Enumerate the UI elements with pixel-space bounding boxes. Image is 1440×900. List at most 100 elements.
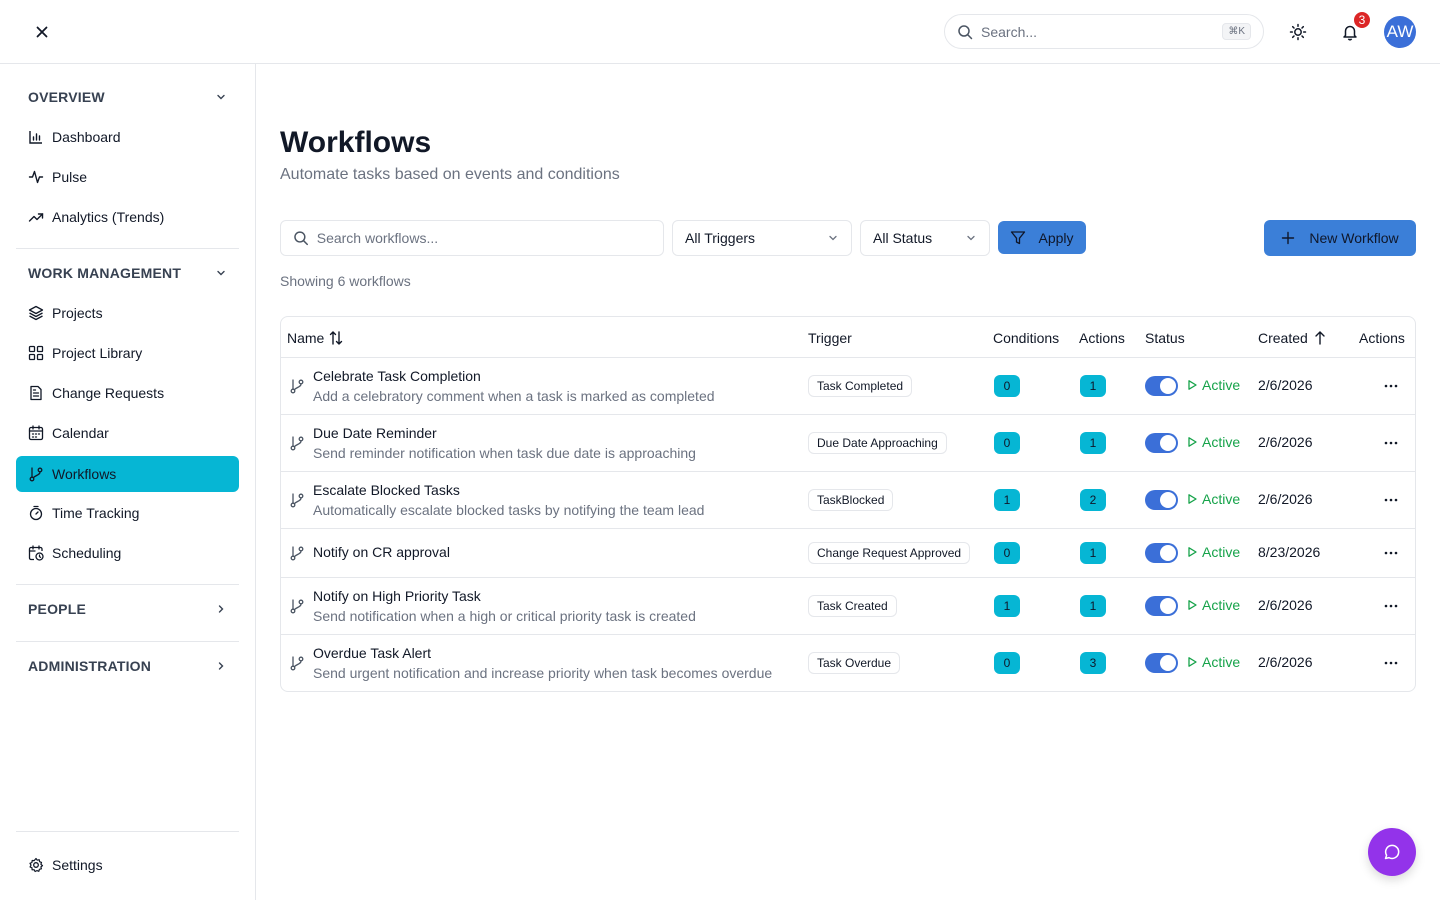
section-label: WORK MANAGEMENT: [28, 265, 182, 281]
sidebar-item-label: Scheduling: [52, 545, 122, 561]
table-row[interactable]: Overdue Task Alert Send urgent notificat…: [281, 635, 1415, 691]
workflow-count-text: Showing 6 workflows: [280, 273, 411, 289]
git-branch-icon: [290, 436, 304, 451]
row-menu-button[interactable]: [1379, 651, 1403, 675]
sidebar-divider: [16, 584, 239, 585]
theme-toggle-button[interactable]: [1284, 18, 1312, 46]
status-badge: Active: [1186, 434, 1240, 450]
conditions-count: 0: [994, 375, 1020, 397]
trigger-filter-value: All Triggers: [685, 230, 756, 246]
more-horizontal-icon: [1384, 661, 1398, 665]
timer-icon: [29, 505, 43, 521]
column-header-label: Created: [1258, 329, 1308, 346]
status-toggle[interactable]: [1145, 490, 1178, 510]
workflow-name[interactable]: Due Date Reminder: [313, 425, 437, 441]
sidebar-item-pulse[interactable]: Pulse: [16, 159, 239, 195]
trigger-badge: Change Request Approved: [808, 542, 971, 564]
status-badge: Active: [1186, 654, 1240, 670]
trigger-badge: TaskBlocked: [808, 489, 894, 511]
sidebar-item-scheduling[interactable]: Scheduling: [16, 535, 239, 571]
sidebar-item-analytics[interactable]: Analytics (Trends): [16, 199, 239, 235]
sidebar-item-dashboard[interactable]: Dashboard: [16, 119, 239, 155]
status-badge: Active: [1186, 597, 1240, 613]
actions-count: 1: [1080, 432, 1106, 454]
filter-icon: [1011, 230, 1026, 244]
workflow-search-input[interactable]: [316, 230, 651, 246]
workflow-name[interactable]: Notify on High Priority Task: [313, 588, 481, 604]
column-header-created[interactable]: Created: [1258, 317, 1328, 358]
conditions-count: 1: [994, 595, 1020, 617]
column-header-status: Status: [1145, 329, 1185, 346]
section-label: OVERVIEW: [28, 89, 105, 105]
sidebar-item-project-library[interactable]: Project Library: [16, 335, 239, 371]
status-toggle[interactable]: [1145, 543, 1178, 563]
chat-button[interactable]: [1368, 828, 1416, 876]
play-icon: [1188, 657, 1197, 667]
sidebar-item-time-tracking[interactable]: Time Tracking: [16, 495, 239, 531]
workflow-name[interactable]: Notify on CR approval: [313, 544, 450, 560]
status-toggle[interactable]: [1145, 433, 1178, 453]
column-header-row-actions: Actions: [1359, 329, 1405, 346]
row-menu-button[interactable]: [1379, 541, 1403, 565]
column-header-name[interactable]: Name: [287, 317, 344, 358]
trigger-badge: Task Overdue: [808, 652, 901, 674]
global-search-input[interactable]: Search... ⌘K: [944, 14, 1264, 49]
workflow-name[interactable]: Celebrate Task Completion: [313, 368, 481, 384]
play-icon: [1188, 547, 1197, 557]
close-sidebar-button[interactable]: [26, 16, 58, 48]
chevron-down-icon: [217, 270, 225, 276]
git-branch-icon: [290, 656, 304, 671]
sidebar-divider: [16, 831, 239, 832]
sidebar-item-projects[interactable]: Projects: [16, 295, 239, 331]
gear-icon: [29, 857, 44, 873]
created-date: 8/23/2026: [1258, 544, 1321, 560]
status-toggle[interactable]: [1145, 653, 1178, 673]
sidebar-item-change-requests[interactable]: Change Requests: [16, 375, 239, 411]
table-header: Name Trigger Conditions Actions Status C…: [281, 317, 1415, 358]
activity-icon: [28, 170, 44, 184]
status-toggle[interactable]: [1145, 596, 1178, 616]
status-toggle[interactable]: [1145, 376, 1178, 396]
status-badge: Active: [1186, 377, 1240, 393]
table-row[interactable]: Notify on CR approval Change Request App…: [281, 529, 1415, 578]
bar-chart-icon: [29, 131, 42, 144]
conditions-count: 0: [994, 542, 1020, 564]
sidebar-item-workflows[interactable]: Workflows: [16, 456, 239, 492]
section-people[interactable]: PEOPLE: [16, 592, 239, 626]
section-work-management[interactable]: WORK MANAGEMENT: [16, 256, 239, 290]
row-menu-button[interactable]: [1379, 488, 1403, 512]
table-row[interactable]: Escalate Blocked Tasks Automatically esc…: [281, 472, 1415, 529]
table-row[interactable]: Due Date Reminder Send reminder notifica…: [281, 415, 1415, 472]
git-branch-icon: [290, 493, 304, 508]
sidebar-item-label: Pulse: [52, 169, 88, 185]
sidebar-divider: [16, 641, 239, 642]
search-shortcut-badge: ⌘K: [1222, 23, 1251, 40]
sort-both-icon: [330, 330, 343, 345]
layers-icon: [28, 305, 44, 321]
row-menu-button[interactable]: [1379, 594, 1403, 618]
workflow-description: Send reminder notification when task due…: [313, 445, 696, 461]
user-avatar[interactable]: AW: [1384, 16, 1416, 48]
sidebar-item-label: Workflows: [52, 466, 117, 482]
created-date: 2/6/2026: [1258, 597, 1313, 613]
row-menu-button[interactable]: [1379, 374, 1403, 398]
workflow-name[interactable]: Overdue Task Alert: [313, 645, 431, 661]
workflow-name[interactable]: Escalate Blocked Tasks: [313, 482, 460, 498]
table-row[interactable]: Notify on High Priority Task Send notifi…: [281, 578, 1415, 635]
section-overview[interactable]: OVERVIEW: [16, 80, 239, 114]
apply-filters-button[interactable]: Apply: [998, 221, 1086, 254]
workflow-description: Send notification when a high or critica…: [313, 608, 696, 624]
table-row[interactable]: Celebrate Task Completion Add a celebrat…: [281, 358, 1415, 415]
workflow-description: Automatically escalate blocked tasks by …: [313, 502, 705, 518]
row-menu-button[interactable]: [1379, 431, 1403, 455]
message-circle-icon: [1384, 844, 1400, 860]
section-administration[interactable]: ADMINISTRATION: [16, 649, 239, 683]
sidebar-item-settings[interactable]: Settings: [16, 847, 239, 883]
new-workflow-button[interactable]: New Workflow: [1264, 220, 1416, 256]
trigger-filter-select[interactable]: All Triggers: [672, 220, 852, 256]
global-search-placeholder: Search...: [981, 23, 1038, 40]
status-filter-select[interactable]: All Status: [860, 220, 990, 256]
sidebar-item-calendar[interactable]: Calendar: [16, 415, 239, 451]
workflow-description: Send urgent notification and increase pr…: [313, 665, 773, 681]
workflow-description: Add a celebratory comment when a task is…: [313, 388, 715, 404]
